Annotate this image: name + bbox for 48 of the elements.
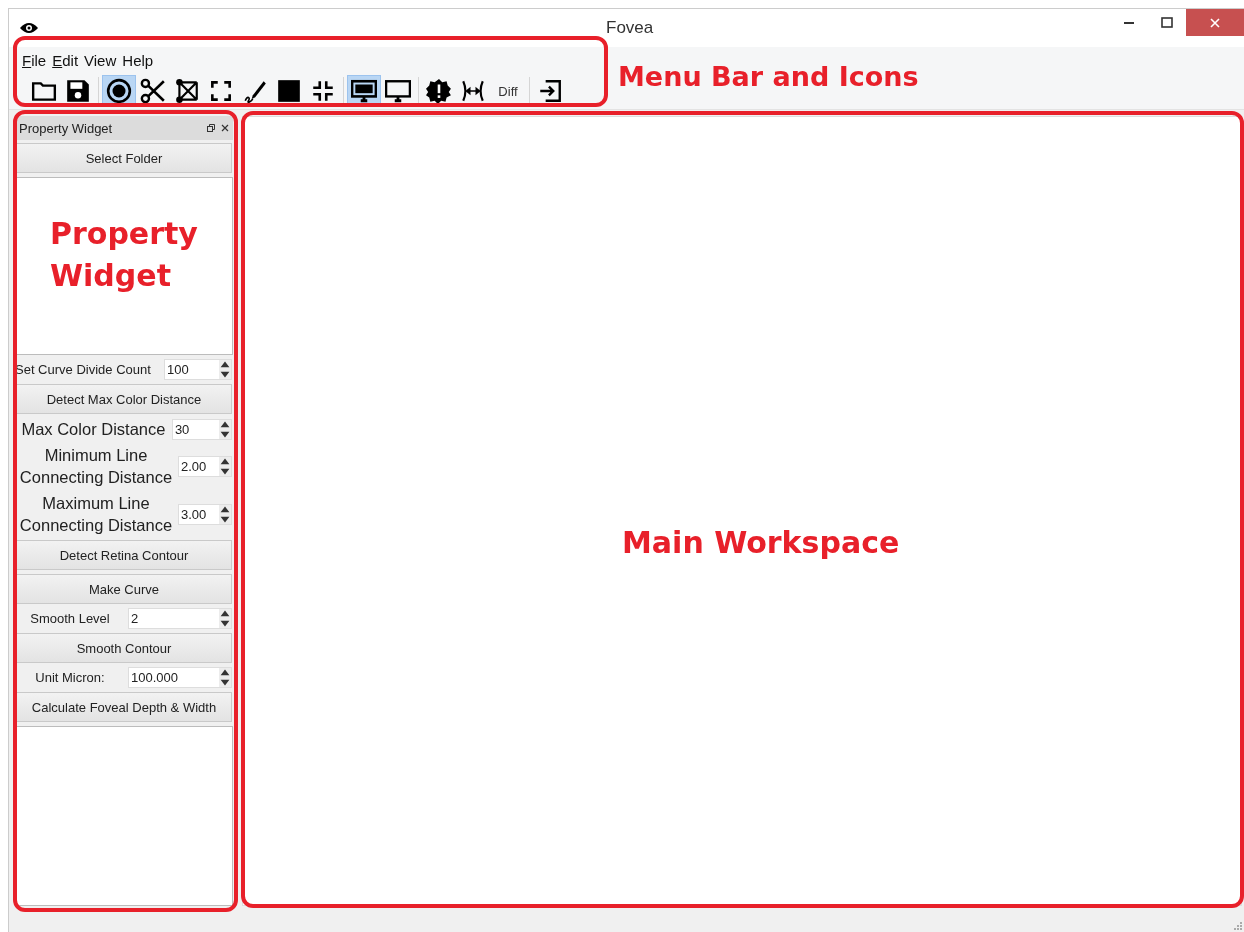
alert-badge-icon [426,78,452,104]
monitor-icon [385,78,411,104]
field-label: Maximum Line Connecting Distance [18,493,174,536]
menu-item[interactable]: View [83,51,122,69]
menu-item[interactable]: File [21,51,52,69]
float-icon [207,124,215,132]
menu-item[interactable]: Edit [51,51,84,69]
spin-box[interactable]: 2.00 [178,455,232,477]
spin-box[interactable]: 30 [171,418,232,440]
scissors-icon [140,78,166,104]
close-icon [1209,16,1221,29]
spin-box[interactable]: 3.00 [178,503,232,525]
width-measure-icon [460,78,486,104]
action-button[interactable]: Select Folder [16,143,232,173]
spin-box[interactable]: 100 [164,359,232,380]
field-label: Minimum Line Connecting Distance [18,445,174,488]
action-button[interactable]: Make Curve [16,574,232,604]
field-label: Smooth Level [29,611,111,626]
resize-grip-icon [1234,922,1242,930]
action-button[interactable]: Smooth Contour [16,633,232,663]
action-button[interactable]: Calculate Foveal Depth & Width [16,692,232,722]
field-label: Unit Micron: [34,670,106,685]
action-button[interactable]: Detect Max Color Distance [16,384,232,414]
monitor-icon [351,78,377,104]
save-icon [65,78,91,104]
menu-item[interactable]: Help [121,51,159,69]
selection-corners-icon [208,78,234,104]
app-eye-icon [19,21,39,35]
annotation-label: Main Workspace [622,524,900,562]
minimize-icon [1124,21,1134,24]
panel-title: Property Widget [19,120,113,136]
crossed-nodes-icon [174,78,200,104]
exit-icon [537,78,563,104]
pen-icon [242,78,268,104]
window-title: Fovea [606,18,654,38]
target-icon [106,78,132,104]
action-button[interactable]: Detect Retina Contour [16,540,232,570]
annotation-label: Menu Bar and Icons [618,60,919,94]
annotation-label: Property Widget [50,215,199,295]
spin-box[interactable]: 2 [128,608,232,629]
maximize-icon [1161,16,1173,29]
close-icon [221,124,229,132]
spin-box[interactable]: 100.000 [128,667,232,688]
list-area[interactable] [15,177,233,355]
collapse-icon [310,78,336,104]
toolbar-button[interactable]: Diff [490,75,526,107]
square-icon [276,78,302,104]
field-label: Max Color Distance [20,419,167,440]
